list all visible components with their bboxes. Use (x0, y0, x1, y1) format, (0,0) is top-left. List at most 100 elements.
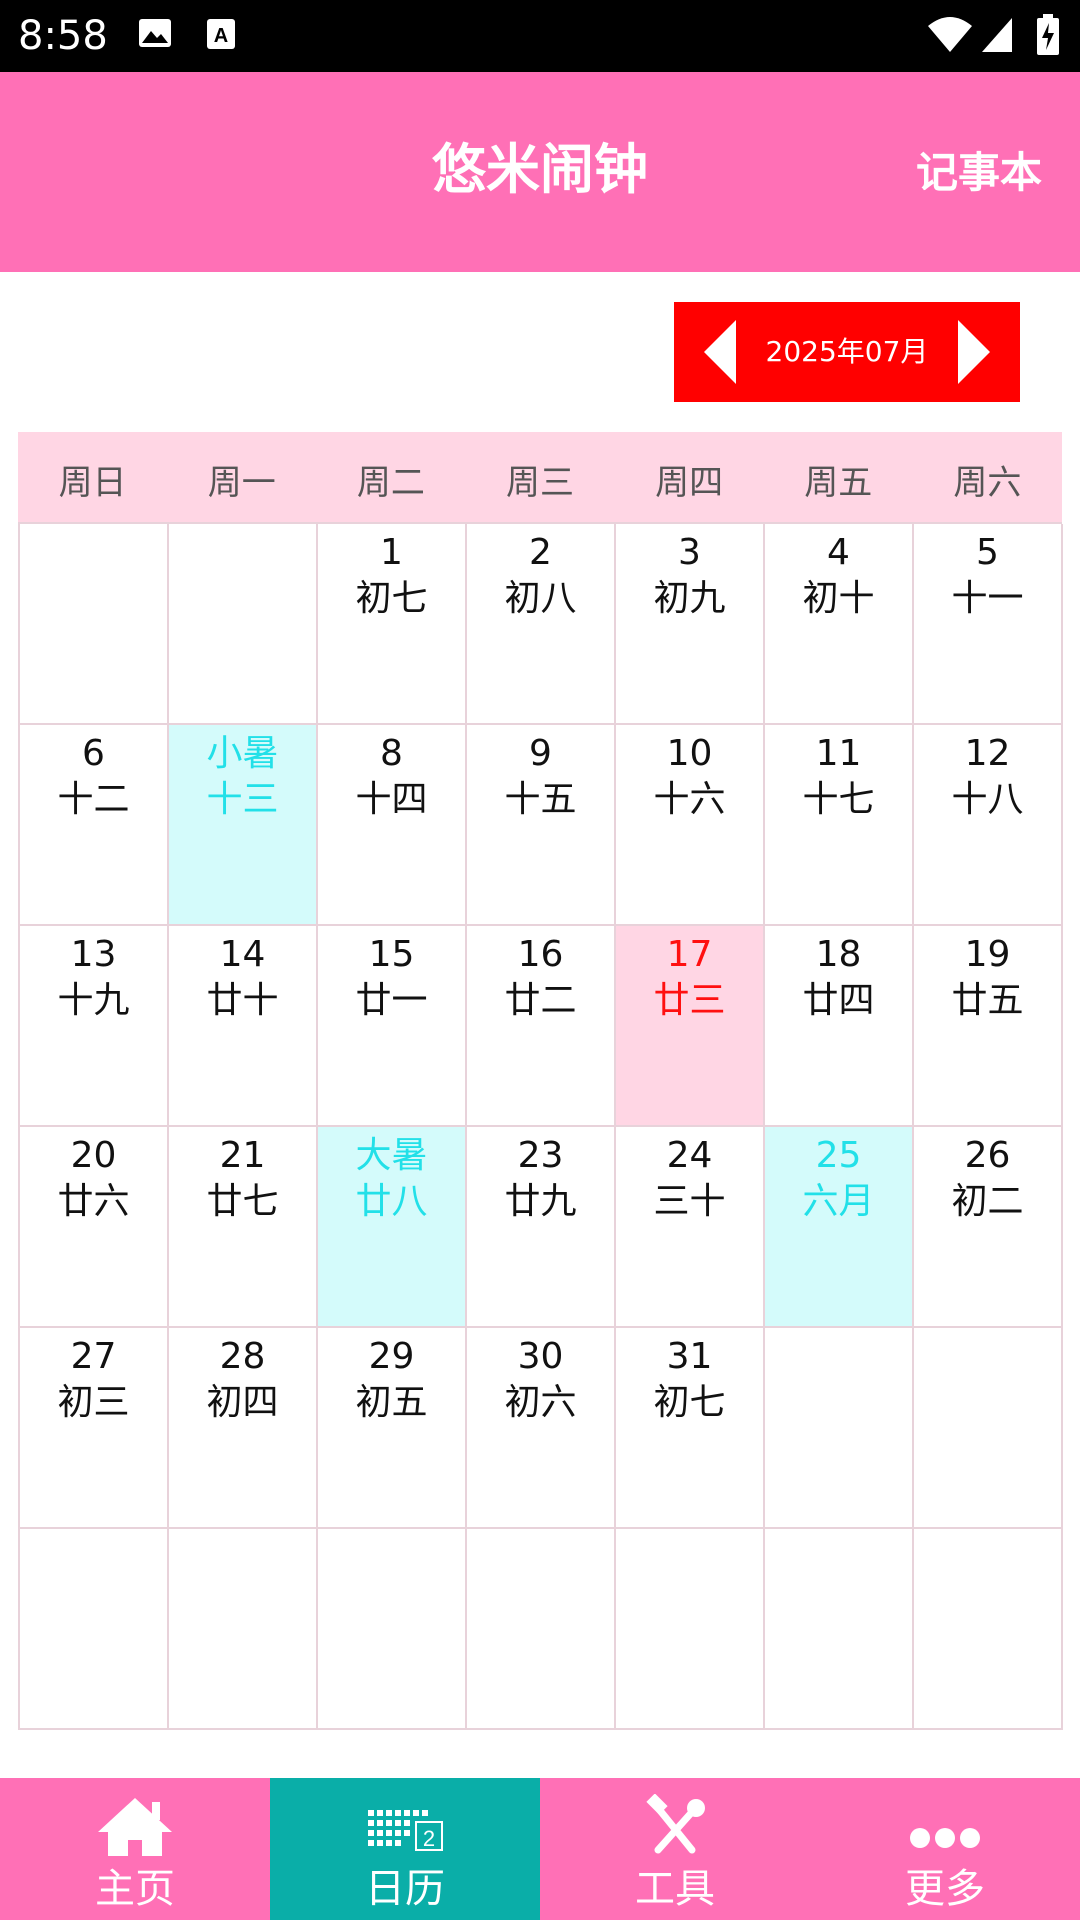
nav-home-label: 主页 (95, 1866, 175, 1912)
calendar-day[interactable]: 13 十九 (20, 926, 169, 1127)
calendar-day[interactable]: 14 廿十 (169, 926, 318, 1127)
svg-text:A: A (214, 25, 228, 47)
lunar-date: 廿三 (653, 980, 726, 1021)
nav-tools[interactable]: 工具 (540, 1778, 810, 1920)
day-number: 5 (976, 532, 999, 573)
status-bar: 8:58 A (0, 0, 1080, 72)
wifi-icon (928, 17, 972, 52)
calendar-day[interactable]: 27 初三 (20, 1328, 169, 1529)
lunar-date: 初四 (206, 1382, 279, 1423)
calendar-day[interactable]: 大暑 廿八 (318, 1127, 467, 1328)
day-number: 8 (380, 733, 403, 774)
calendar-empty-cell (169, 524, 318, 725)
calendar-empty-cell (318, 1529, 467, 1730)
lunar-date: 初三 (57, 1382, 130, 1423)
calendar-day-today[interactable]: 17 廿三 (616, 926, 765, 1127)
lunar-date: 初七 (355, 578, 428, 619)
svg-text:2: 2 (423, 1826, 435, 1851)
calendar-day[interactable]: 5 十一 (914, 524, 1063, 725)
calendar-day[interactable]: 20 廿六 (20, 1127, 169, 1328)
lunar-date: 十一 (951, 578, 1024, 619)
day-number: 4 (827, 532, 850, 573)
day-number: 11 (815, 733, 862, 774)
day-number: 28 (219, 1336, 266, 1377)
calendar-day[interactable]: 2 初八 (467, 524, 616, 725)
day-number: 12 (964, 733, 1011, 774)
day-number: 24 (666, 1135, 713, 1176)
calendar-empty-cell (169, 1529, 318, 1730)
day-number: 2 (529, 532, 552, 573)
weekday-label: 周一 (207, 463, 276, 503)
lunar-date: 十九 (57, 980, 130, 1021)
calendar-day[interactable]: 15 廿一 (318, 926, 467, 1127)
calendar-day[interactable]: 30 初六 (467, 1328, 616, 1529)
home-icon (98, 1798, 172, 1856)
next-month-icon[interactable] (956, 320, 990, 384)
calendar-day[interactable]: 9 十五 (467, 725, 616, 926)
nav-home[interactable]: 主页 (0, 1778, 270, 1920)
day-number: 23 (517, 1135, 564, 1176)
lunar-date: 廿一 (355, 980, 428, 1021)
calendar-icon: 2 (368, 1810, 443, 1851)
day-number: 26 (964, 1135, 1011, 1176)
status-time: 8:58 (18, 13, 108, 59)
calendar-empty-cell (914, 1328, 1063, 1529)
calendar-day[interactable]: 8 十四 (318, 725, 467, 926)
notebook-button[interactable]: 记事本 (916, 148, 1042, 198)
calendar-day[interactable]: 18 廿四 (765, 926, 914, 1127)
lunar-date: 廿十 (206, 980, 279, 1021)
calendar-day[interactable]: 31 初七 (616, 1328, 765, 1529)
calendar-day[interactable]: 23 廿九 (467, 1127, 616, 1328)
calendar-day[interactable]: 26 初二 (914, 1127, 1063, 1328)
calendar-day[interactable]: 29 初五 (318, 1328, 467, 1529)
calendar-day[interactable]: 4 初十 (765, 524, 914, 725)
calendar-empty-cell (20, 1529, 169, 1730)
day-number: 25 (815, 1135, 862, 1176)
calendar-day[interactable]: 24 三十 (616, 1127, 765, 1328)
calendar-day[interactable]: 25 六月 (765, 1127, 914, 1328)
calendar-day[interactable]: 12 十八 (914, 725, 1063, 926)
day-number: 16 (517, 934, 564, 975)
calendar-day[interactable]: 21 廿七 (169, 1127, 318, 1328)
lunar-date: 廿六 (57, 1181, 130, 1222)
calendar-day[interactable]: 10 十六 (616, 725, 765, 926)
lunar-date: 廿四 (802, 980, 875, 1021)
calendar-day[interactable]: 16 廿二 (467, 926, 616, 1127)
weekday-label: 周三 (505, 463, 574, 503)
nav-more[interactable]: 更多 (810, 1778, 1080, 1920)
day-number: 大暑 (355, 1135, 428, 1176)
calendar-day[interactable]: 11 十七 (765, 725, 914, 926)
nav-calendar[interactable]: 2 日历 (270, 1778, 540, 1920)
day-number: 3 (678, 532, 701, 573)
bottom-navigation: 主页 2 日历 工具 更多 (0, 1778, 1080, 1920)
calendar-day[interactable]: 28 初四 (169, 1328, 318, 1529)
lunar-date: 廿七 (206, 1181, 279, 1222)
day-number: 17 (666, 934, 713, 975)
weekday-label: 周日 (58, 463, 127, 503)
lunar-date: 初六 (504, 1382, 577, 1423)
day-number: 20 (70, 1135, 117, 1176)
lunar-date: 初九 (653, 578, 726, 619)
calendar-day[interactable]: 3 初九 (616, 524, 765, 725)
nav-more-label: 更多 (905, 1866, 985, 1912)
calendar-empty-cell (765, 1529, 914, 1730)
calendar-empty-cell (914, 1529, 1063, 1730)
image-notification-icon (139, 19, 171, 47)
day-number: 27 (70, 1336, 117, 1377)
calendar-day[interactable]: 19 廿五 (914, 926, 1063, 1127)
calendar-day[interactable]: 6 十二 (20, 725, 169, 926)
day-number: 13 (70, 934, 117, 975)
lunar-date: 十三 (206, 779, 279, 820)
battery-icon (1037, 14, 1059, 55)
day-number: 21 (219, 1135, 266, 1176)
weekday-label: 周六 (953, 463, 1022, 503)
lunar-date: 廿八 (355, 1181, 428, 1222)
calendar: 周日 周一 周二 周三 周四 周五 周六 1 初七 2 初八 3 初九 4 初十 5 十一 6 十二小… (18, 432, 1063, 1730)
calendar-day[interactable]: 小暑 十三 (169, 725, 318, 926)
calendar-day[interactable]: 1 初七 (318, 524, 467, 725)
signal-icon (982, 18, 1012, 52)
day-number: 18 (815, 934, 862, 975)
lunar-date: 三十 (653, 1181, 726, 1222)
lunar-date: 十七 (802, 779, 875, 820)
lunar-date: 初二 (951, 1181, 1024, 1222)
